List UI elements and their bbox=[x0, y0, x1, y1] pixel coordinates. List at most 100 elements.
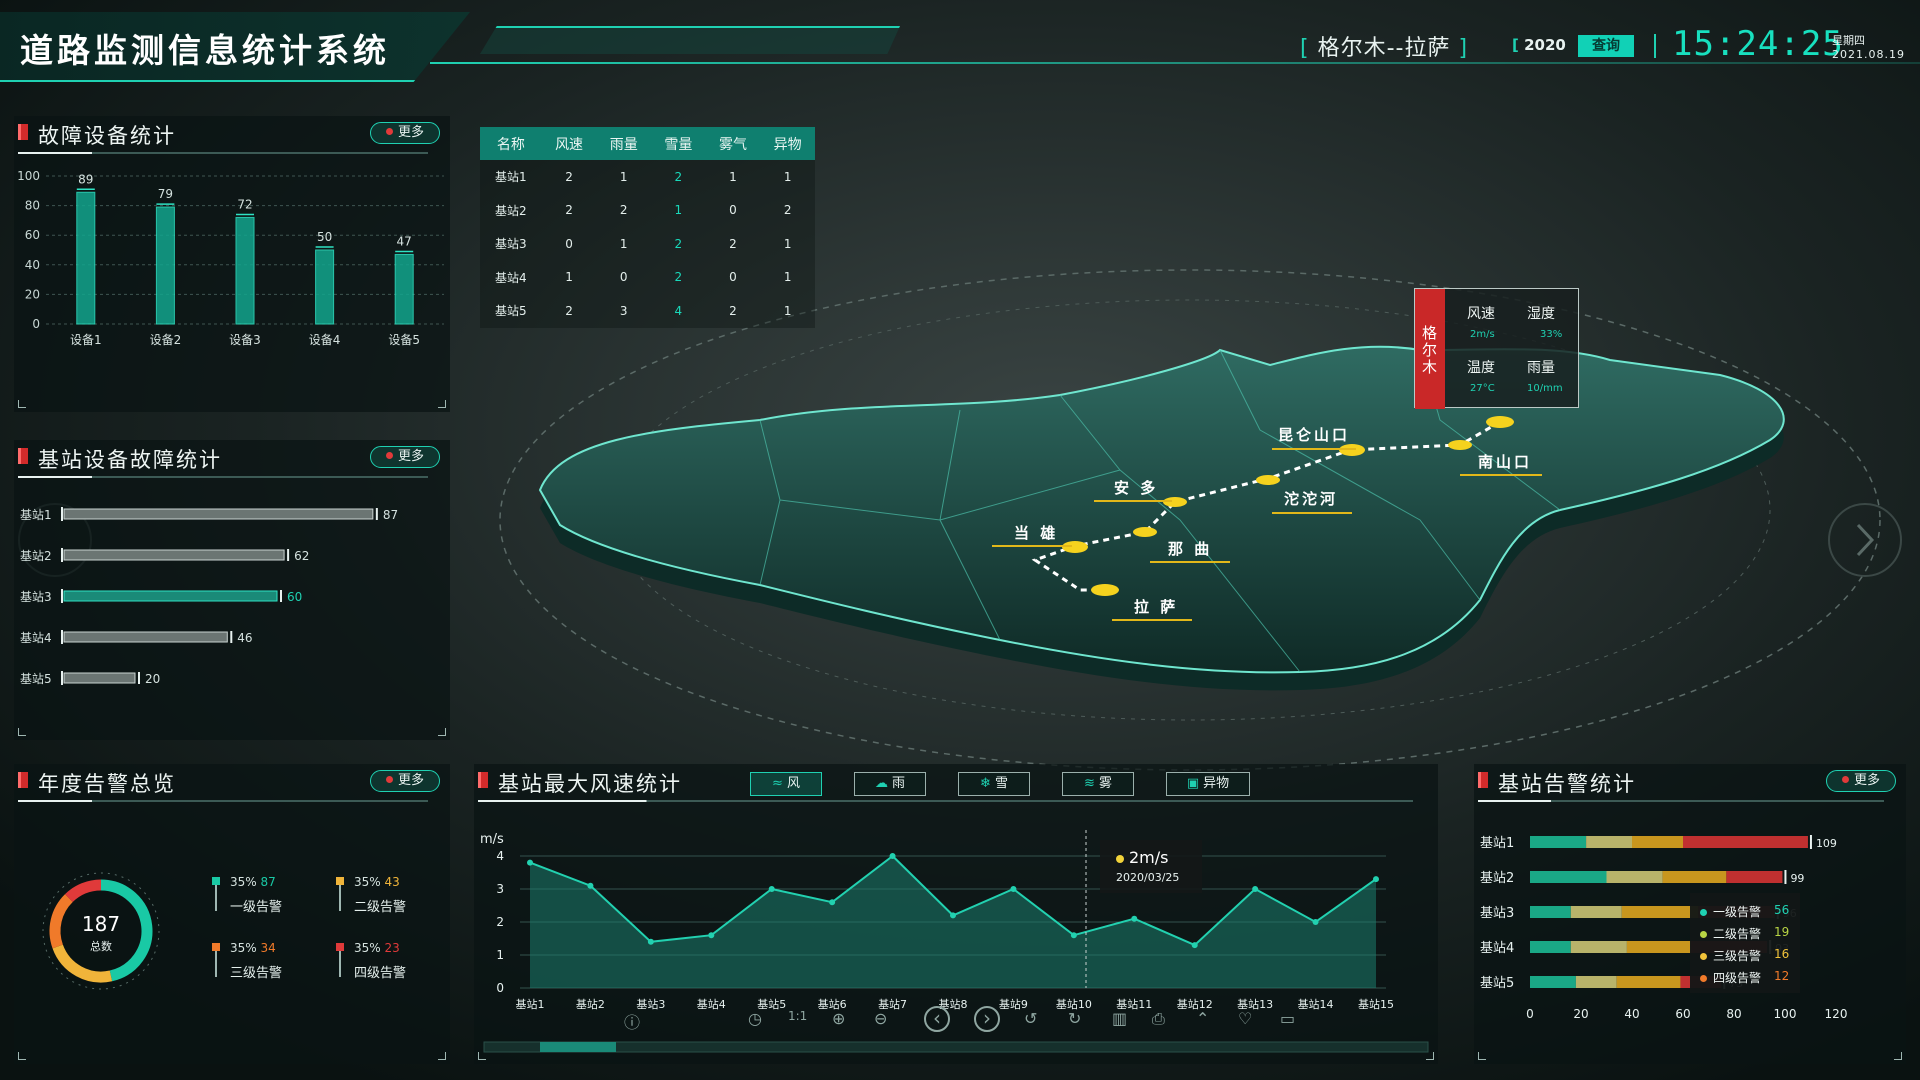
print-icon[interactable]: ⎙ bbox=[1152, 1009, 1165, 1029]
place-kunlun[interactable]: 昆仑山口 bbox=[1278, 424, 1350, 445]
info-icon[interactable]: ⓘ bbox=[624, 1009, 640, 1033]
tab-rain[interactable]: ☁ 雨 bbox=[854, 772, 926, 796]
ratio-icon[interactable]: 1:1 bbox=[788, 1009, 807, 1023]
legend-value: 19 bbox=[1774, 925, 1790, 939]
x-tick-label: 40 bbox=[1624, 1007, 1639, 1021]
x-tick-label: 100 bbox=[1774, 1007, 1797, 1021]
tab-wind[interactable]: ≈ 风 bbox=[750, 772, 822, 796]
legend-name: 一级告警 bbox=[1713, 905, 1762, 919]
place-tuotuo[interactable]: 沱沱河 bbox=[1284, 488, 1338, 509]
more-button[interactable]: 更多 bbox=[1826, 770, 1896, 792]
table-cell: 2 bbox=[705, 294, 761, 328]
station-fault-panel: 基站设备故障统计 更多 基站1 87 基站2 62 基站3 60 基站4 46 基站5 20 bbox=[14, 440, 450, 740]
clock-icon[interactable]: ◷ bbox=[748, 1009, 762, 1028]
corner-mark bbox=[18, 728, 26, 736]
table-row[interactable]: 基站4 1 0 2 0 1 bbox=[480, 260, 815, 294]
bar-segment bbox=[1616, 976, 1681, 988]
tab-fog[interactable]: ≋ 雾 bbox=[1062, 772, 1134, 796]
folder-icon[interactable]: ▭ bbox=[1280, 1009, 1295, 1028]
data-point bbox=[1131, 915, 1138, 922]
bar-segment bbox=[1530, 906, 1571, 918]
route-selector[interactable]: [ 格尔木--拉萨 ] bbox=[1300, 30, 1468, 62]
bar-segment bbox=[1621, 906, 1699, 918]
column-header[interactable]: 雨量 bbox=[596, 127, 652, 160]
y-tick-label: 100 bbox=[17, 169, 40, 183]
x-tick-label: 设备1 bbox=[70, 333, 102, 347]
place-nanshan[interactable]: 南山口 bbox=[1478, 451, 1532, 472]
table-row[interactable]: 基站3 0 1 2 2 1 bbox=[480, 227, 815, 261]
legend-value: 16 bbox=[1774, 947, 1790, 961]
more-button[interactable]: 更多 bbox=[370, 122, 440, 144]
humidity-label: 湿度 bbox=[1527, 306, 1555, 322]
temp-label: 温度 bbox=[1467, 360, 1495, 376]
header-separator bbox=[1654, 34, 1656, 58]
cloud-icon: ☁ bbox=[874, 776, 888, 791]
column-header[interactable]: 雪量 bbox=[651, 127, 706, 160]
prev-icon[interactable]: ‹ bbox=[924, 1006, 950, 1032]
category-label: 基站5 bbox=[20, 672, 52, 686]
legend-name: 四级告警 bbox=[1713, 971, 1762, 985]
place-lasa[interactable]: 拉 萨 bbox=[1134, 596, 1178, 617]
place-dangxiong[interactable]: 当 雄 bbox=[1014, 522, 1058, 543]
dot-icon bbox=[1116, 855, 1124, 863]
legend-marker bbox=[336, 877, 344, 885]
bar-segment bbox=[1530, 941, 1571, 953]
scrollbar-thumb bbox=[540, 1042, 616, 1052]
undo-icon[interactable]: ↺ bbox=[1024, 1009, 1037, 1028]
panel-header: 基站最大风速统计 bbox=[474, 764, 1438, 802]
table-row[interactable]: 基站2 2 2 1 0 2 bbox=[480, 193, 815, 227]
category-label: 基站4 bbox=[1480, 941, 1514, 956]
x-tick-label: 120 bbox=[1825, 1007, 1848, 1021]
y-tick-label: 2 bbox=[496, 915, 504, 929]
column-header[interactable]: 风速 bbox=[541, 127, 597, 160]
column-header[interactable]: 异物 bbox=[760, 127, 815, 160]
table-cell: 基站5 bbox=[480, 294, 542, 328]
query-button[interactable]: 查询 bbox=[1578, 35, 1634, 57]
year-selector[interactable]: [ 2020 bbox=[1512, 36, 1566, 54]
legend-count: 87 bbox=[260, 875, 276, 889]
column-header[interactable]: 名称 bbox=[480, 127, 542, 160]
place-anduo[interactable]: 安 多 bbox=[1114, 477, 1158, 498]
category-label: 基站1 bbox=[20, 508, 52, 522]
zoom-out-icon[interactable]: ⊖ bbox=[874, 1009, 887, 1028]
y-tick-label: 0 bbox=[32, 317, 40, 331]
zoom-in-icon[interactable]: ⊕ bbox=[832, 1009, 845, 1028]
table-cell: 2 bbox=[541, 160, 597, 194]
tab-snow[interactable]: ❄ 雪 bbox=[958, 772, 1030, 796]
panel-header: 年度告警总览 更多 bbox=[14, 764, 450, 802]
legend-value: 12 bbox=[1774, 969, 1790, 983]
x-tick-label: 基站1 bbox=[516, 997, 545, 1011]
panel-underline bbox=[18, 476, 428, 478]
table-row[interactable]: 基站5 2 3 4 2 1 bbox=[480, 294, 815, 328]
tab-foreign[interactable]: ▣ 异物 bbox=[1166, 772, 1250, 796]
more-button[interactable]: 更多 bbox=[370, 446, 440, 468]
heart-icon[interactable]: ♡ bbox=[1238, 1009, 1252, 1028]
tooltip-value: 2m/s bbox=[1116, 848, 1169, 867]
delete-icon[interactable]: ▥ bbox=[1112, 1009, 1127, 1028]
route-label: 格尔木--拉萨 bbox=[1317, 36, 1451, 61]
app-title: 道路监测信息统计系统 bbox=[20, 31, 390, 70]
y-tick-label: 1 bbox=[496, 948, 504, 962]
data-label: 99 bbox=[1790, 872, 1804, 885]
next-icon[interactable]: › bbox=[974, 1006, 1000, 1032]
redo-icon[interactable]: ↻ bbox=[1068, 1009, 1081, 1028]
more-button[interactable]: 更多 bbox=[370, 770, 440, 792]
table-cell: 1 bbox=[760, 294, 815, 328]
table-cell: 0 bbox=[705, 260, 761, 294]
x-tick-label: 基站4 bbox=[697, 997, 726, 1011]
table-body: 基站1 2 1 2 1 1 基站2 2 2 1 0 2 基站3 0 1 2 2 1 基站4 1 0 2 0 1 基站5 2 3 4 2 1 bbox=[480, 160, 815, 328]
table-row[interactable]: 基站1 2 1 2 1 1 bbox=[480, 160, 815, 194]
y-tick-label: 20 bbox=[25, 287, 40, 301]
panel-underline bbox=[18, 152, 428, 154]
place-naqu[interactable]: 那 曲 bbox=[1168, 538, 1212, 559]
dot-icon bbox=[385, 452, 393, 459]
legend-stem bbox=[339, 885, 341, 911]
up-icon[interactable]: ⌃ bbox=[1196, 1009, 1209, 1028]
data-point bbox=[587, 882, 594, 889]
station-info-card[interactable]: 格尔木 风速 湿度 2m/s 33% 温度 雨量 27°C 10/mm bbox=[1414, 288, 1579, 409]
legend-dot bbox=[1700, 909, 1707, 916]
column-header[interactable]: 雾气 bbox=[705, 127, 761, 160]
place-underline bbox=[1112, 619, 1192, 621]
table-cell: 0 bbox=[705, 193, 761, 227]
scrollbar-track bbox=[483, 1041, 1429, 1053]
